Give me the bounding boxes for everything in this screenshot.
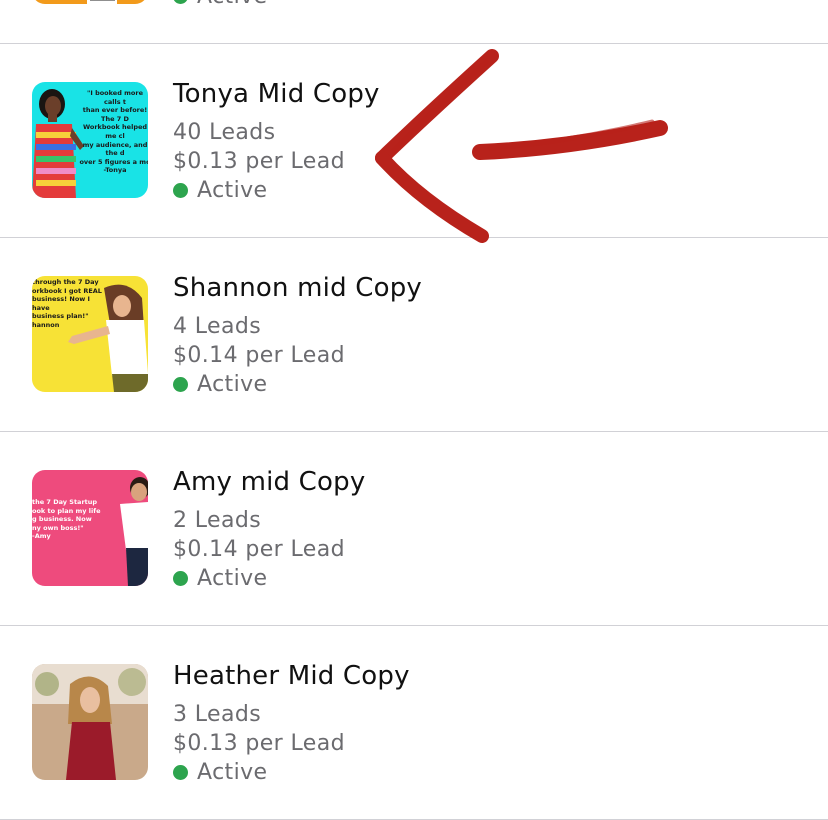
ad-details: Shannon mid Copy 4 Leads $0.14 per Lead … (173, 268, 422, 399)
ad-thumbnail: through the 7 Day orkbook I got REAL bus… (32, 276, 148, 392)
ad-thumbnail (32, 664, 148, 780)
ad-status: Active (173, 564, 365, 593)
active-status-dot-icon (173, 377, 188, 392)
ad-name: Tonya Mid Copy (173, 79, 380, 109)
ad-row[interactable]: through the 7 Day orkbook I got REAL bus… (0, 238, 828, 432)
ad-cost-per-lead: $0.14 per Lead (173, 537, 345, 562)
ad-name: Heather Mid Copy (173, 661, 410, 691)
ad-leads: 4 Leads (173, 314, 262, 339)
ad-thumbnail (32, 0, 148, 4)
ad-leads: 3 Leads (173, 702, 262, 727)
ad-cost-per-lead: $0.14 per Lead (173, 343, 345, 368)
active-status-dot-icon (173, 183, 188, 198)
ad-status-label: Active (197, 372, 268, 397)
thumbnail-caption: "I booked more calls t than ever before!… (79, 89, 148, 175)
ad-leads: 2 Leads (173, 508, 262, 533)
ad-status: Active (173, 176, 380, 205)
ad-status-label: Active (197, 566, 268, 591)
ad-thumbnail: the 7 Day Startup ook to plan my life g … (32, 470, 148, 586)
ad-row[interactable]: Heather Mid Copy 3 Leads $0.13 per Lead … (0, 626, 828, 820)
active-status-dot-icon (173, 0, 188, 4)
ad-status: Active (173, 758, 410, 787)
ad-cost-per-lead: $0.13 per Lead (173, 149, 345, 174)
ad-status: Active (173, 370, 422, 399)
ad-details: Active (173, 0, 267, 11)
ad-row[interactable]: the 7 Day Startup ook to plan my life g … (0, 432, 828, 626)
ad-status-label: Active (197, 178, 268, 203)
ad-name: Shannon mid Copy (173, 273, 422, 303)
ad-details: Tonya Mid Copy 40 Leads $0.13 per Lead A… (173, 74, 380, 205)
ad-row[interactable]: "I booked more calls t than ever before!… (0, 44, 828, 238)
ad-name: Amy mid Copy (173, 467, 366, 497)
ad-thumbnail: "I booked more calls t than ever before!… (32, 82, 148, 198)
ad-details: Heather Mid Copy 3 Leads $0.13 per Lead … (173, 656, 410, 787)
ad-row[interactable]: Active (0, 0, 828, 44)
ad-status-label: Active (197, 760, 268, 785)
active-status-dot-icon (173, 571, 188, 586)
ad-status-label: Active (197, 0, 267, 9)
ad-details: Amy mid Copy 2 Leads $0.14 per Lead Acti… (173, 462, 365, 593)
active-status-dot-icon (173, 765, 188, 780)
thumbnail-caption: through the 7 Day orkbook I got REAL bus… (32, 278, 102, 329)
ads-list: Active "I booked more calls t than ever … (0, 0, 828, 820)
thumbnail-caption: the 7 Day Startup ook to plan my life g … (32, 498, 101, 541)
ad-cost-per-lead: $0.13 per Lead (173, 731, 345, 756)
ad-leads: 40 Leads (173, 120, 276, 145)
ad-status: Active (173, 0, 267, 11)
